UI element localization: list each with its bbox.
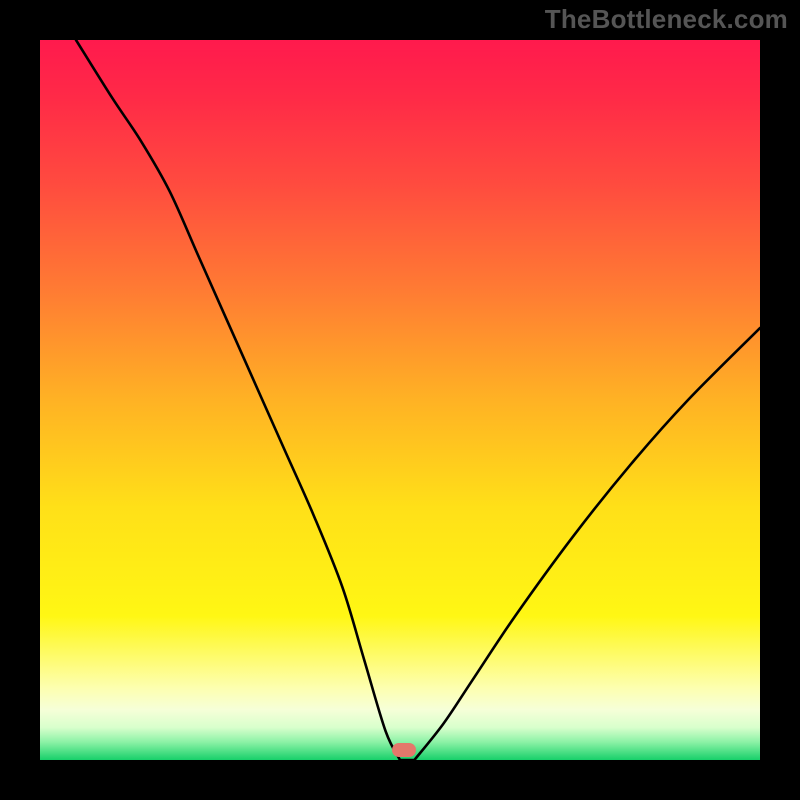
watermark-text: TheBottleneck.com — [545, 4, 788, 35]
gradient-plot — [40, 40, 760, 760]
plot-area — [40, 40, 760, 760]
gradient-background — [40, 40, 760, 760]
optimum-marker — [392, 743, 416, 757]
chart-frame: TheBottleneck.com — [0, 0, 800, 800]
